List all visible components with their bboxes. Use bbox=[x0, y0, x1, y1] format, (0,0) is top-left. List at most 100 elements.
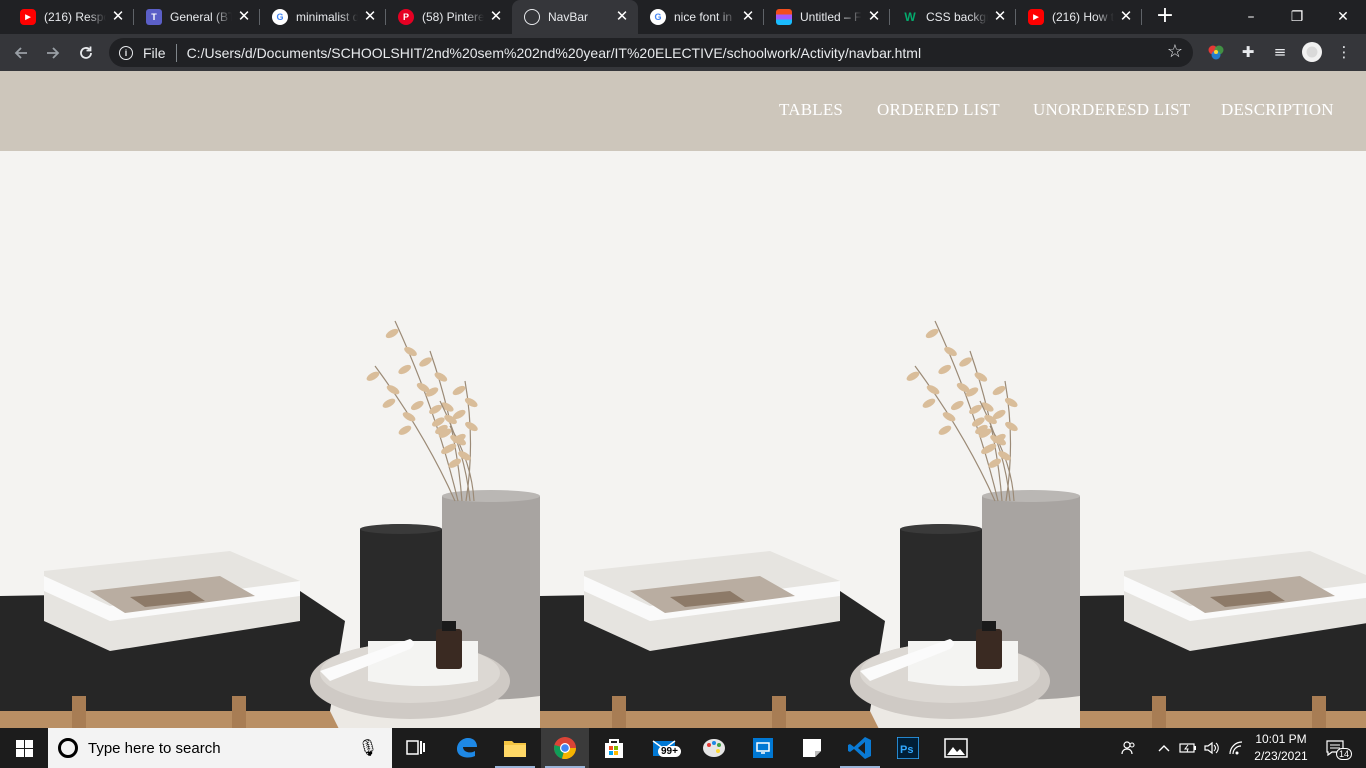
remote-desktop-icon bbox=[753, 738, 773, 758]
color-extension-icon[interactable] bbox=[1206, 42, 1226, 62]
arrow-left-icon bbox=[14, 47, 27, 59]
browser-toolbar: i File C:/Users/d/Documents/SCHOOLSHIT/2… bbox=[0, 34, 1366, 71]
tab-title: (216) Responsive bbox=[44, 10, 106, 24]
browser-tab[interactable]: ▶ (216) Responsive ✕ bbox=[8, 0, 134, 34]
nav-link-description[interactable]: DESCRIPTION bbox=[1221, 100, 1334, 120]
bookmark-star-icon[interactable]: ☆ bbox=[1167, 41, 1183, 62]
people-icon[interactable] bbox=[1116, 728, 1142, 768]
wifi-icon[interactable] bbox=[1225, 728, 1247, 768]
youtube-icon: ▶ bbox=[20, 9, 36, 25]
close-tab-icon[interactable]: ✕ bbox=[236, 9, 252, 25]
photoshop-app[interactable]: Ps bbox=[884, 728, 932, 768]
file-explorer-app[interactable] bbox=[491, 728, 539, 768]
windows-taskbar: Type here to search 🎙 99+ Ps 10:01 PM 2/… bbox=[0, 728, 1366, 768]
volume-icon[interactable] bbox=[1201, 728, 1223, 768]
chrome-app[interactable] bbox=[541, 728, 589, 768]
browser-tab[interactable]: W CSS background ✕ bbox=[890, 0, 1016, 34]
url-scheme: File bbox=[143, 44, 166, 61]
minimize-button[interactable]: – bbox=[1228, 0, 1274, 34]
forward-button[interactable] bbox=[40, 40, 66, 66]
action-center-icon[interactable]: 14 bbox=[1320, 728, 1353, 768]
paint-app[interactable] bbox=[690, 728, 738, 768]
google-icon: G bbox=[650, 9, 666, 25]
task-view-button[interactable] bbox=[392, 728, 440, 768]
edge-app[interactable] bbox=[442, 728, 490, 768]
clock-time: 10:01 PM bbox=[1255, 732, 1307, 746]
vscode-app[interactable] bbox=[836, 728, 884, 768]
mail-unread-badge: 99+ bbox=[658, 746, 681, 757]
close-tab-icon[interactable]: ✕ bbox=[866, 9, 882, 25]
browser-tab[interactable]: ▶ (216) How to ✕ bbox=[1016, 0, 1142, 34]
browser-tab[interactable]: Untitled – Figma ✕ bbox=[764, 0, 890, 34]
background-image-tiles bbox=[0, 151, 1366, 728]
microsoft-store-app[interactable] bbox=[590, 728, 638, 768]
nav-link-tables[interactable]: TABLES bbox=[779, 100, 843, 120]
svg-text:Ps: Ps bbox=[900, 744, 913, 756]
taskbar-search-box[interactable]: Type here to search 🎙 bbox=[48, 728, 392, 768]
mail-app[interactable]: 99+ bbox=[640, 728, 688, 768]
task-view-icon bbox=[406, 740, 425, 755]
browser-tab[interactable]: Gnice font in css ✕ bbox=[638, 0, 764, 34]
browser-tab[interactable]: P (58) Pinterest ✕ bbox=[386, 0, 512, 34]
background-photo-tile bbox=[0, 151, 540, 728]
windows-logo-icon bbox=[15, 739, 33, 757]
teams-icon: T bbox=[146, 9, 162, 25]
photoshop-icon: Ps bbox=[897, 737, 919, 759]
info-icon[interactable]: i bbox=[119, 45, 133, 60]
microphone-icon[interactable]: 🎙 bbox=[358, 738, 378, 758]
chevron-up-icon[interactable] bbox=[1154, 728, 1174, 768]
minimalist-still-life-photo bbox=[0, 151, 540, 728]
background-photo-tile bbox=[1080, 151, 1366, 728]
reload-icon bbox=[80, 46, 92, 59]
nav-link-unordered-list[interactable]: UNORDERESD LIST bbox=[1033, 100, 1190, 120]
folder-icon bbox=[504, 741, 526, 757]
remote-desktop-app[interactable] bbox=[739, 728, 787, 768]
new-tab-button[interactable]: + bbox=[1152, 4, 1178, 30]
battery-charging-icon[interactable] bbox=[1176, 728, 1200, 768]
notification-count-badge: 14 bbox=[1336, 748, 1353, 760]
close-tab-icon[interactable]: ✕ bbox=[614, 9, 630, 25]
youtube-icon: ▶ bbox=[1028, 9, 1044, 25]
tab-title: (216) How to bbox=[1052, 10, 1114, 24]
profile-avatar[interactable] bbox=[1302, 42, 1322, 62]
tab-strip: + – ❐ ✕ ▶ (216) Responsive ✕ T General (BTS)… bbox=[0, 0, 1366, 34]
minimalist-still-life-photo bbox=[540, 151, 1080, 728]
address-bar[interactable]: i File C:/Users/d/Documents/SCHOOLSHIT/2… bbox=[109, 38, 1193, 67]
menu-kebab-icon[interactable]: ⋮ bbox=[1334, 42, 1354, 62]
photos-app[interactable] bbox=[932, 728, 980, 768]
close-tab-icon[interactable]: ✕ bbox=[992, 9, 1008, 25]
restore-button[interactable]: ❐ bbox=[1274, 0, 1320, 34]
close-tab-icon[interactable]: ✕ bbox=[740, 9, 756, 25]
close-tab-icon[interactable]: ✕ bbox=[488, 9, 504, 25]
reload-button[interactable] bbox=[73, 40, 99, 66]
close-tab-icon[interactable]: ✕ bbox=[362, 9, 378, 25]
browser-tab[interactable]: Gminimalist desk ✕ bbox=[260, 0, 386, 34]
tab-separator bbox=[1141, 9, 1142, 25]
start-button[interactable] bbox=[0, 728, 48, 768]
nav-link-ordered-list[interactable]: ORDERED LIST bbox=[877, 100, 1000, 120]
edge-icon bbox=[457, 738, 477, 758]
tab-title: CSS background bbox=[926, 10, 988, 24]
sticky-note-icon bbox=[803, 739, 821, 757]
extensions-puzzle-icon[interactable]: ✚ bbox=[1238, 42, 1258, 62]
tab-title: nice font in css bbox=[674, 10, 736, 24]
pinterest-icon: P bbox=[398, 9, 414, 25]
photos-icon bbox=[944, 738, 968, 758]
browser-tab[interactable]: NavBar ✕ bbox=[512, 0, 638, 34]
system-clock[interactable]: 10:01 PM 2/23/2021 bbox=[1248, 731, 1314, 765]
figma-icon bbox=[776, 9, 792, 25]
tab-title: minimalist desk bbox=[296, 10, 358, 24]
vscode-icon bbox=[848, 737, 871, 759]
close-tab-icon[interactable]: ✕ bbox=[1118, 9, 1134, 25]
media-queue-icon[interactable]: ≡ bbox=[1270, 42, 1290, 62]
close-window-button[interactable]: ✕ bbox=[1320, 0, 1366, 34]
back-button[interactable] bbox=[8, 40, 34, 66]
chrome-icon bbox=[554, 737, 576, 760]
navbar: TABLES ORDERED LIST UNORDERESD LIST DESC… bbox=[0, 71, 1366, 151]
close-tab-icon[interactable]: ✕ bbox=[110, 9, 126, 25]
url-text[interactable]: C:/Users/d/Documents/SCHOOLSHIT/2nd%20se… bbox=[187, 45, 922, 61]
sticky-notes-app[interactable] bbox=[788, 728, 836, 768]
store-bag-icon bbox=[605, 739, 623, 758]
clock-date: 2/23/2021 bbox=[1254, 749, 1308, 763]
browser-tab[interactable]: T General (BTS) ✕ bbox=[134, 0, 260, 34]
